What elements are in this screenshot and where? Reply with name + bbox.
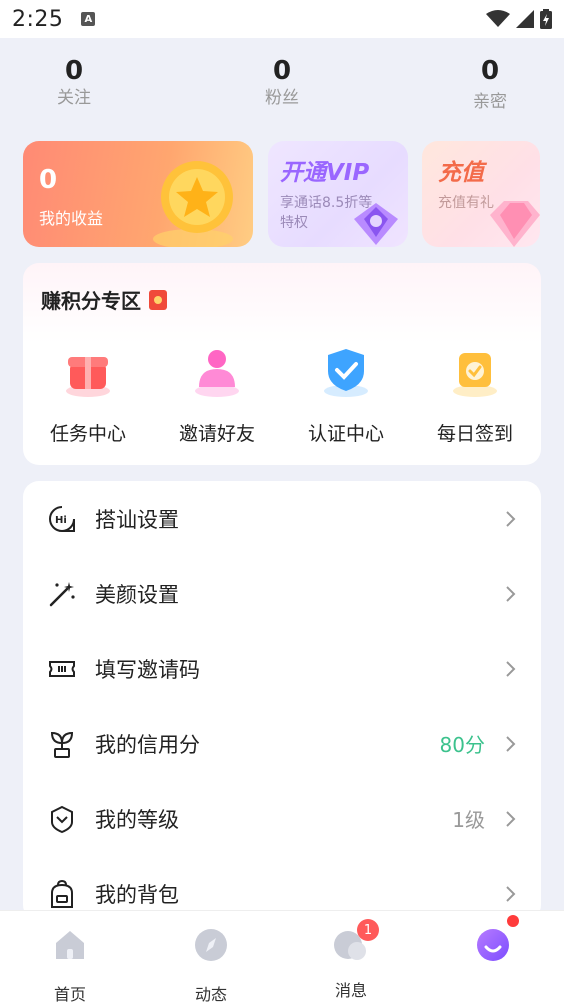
points-zone-title: 赚积分专区 xyxy=(41,285,167,314)
nav-profile[interactable] xyxy=(448,915,538,977)
menu-label: 美颜设置 xyxy=(95,582,179,607)
messages-icon-wrap: 1 xyxy=(331,919,379,965)
chevron-right-icon xyxy=(506,510,516,527)
credit-score-value: 80分 xyxy=(439,733,485,757)
recharge-title: 充值 xyxy=(438,160,484,186)
stat-following-count: 0 xyxy=(64,56,84,86)
nav-home[interactable]: 首页 xyxy=(25,925,115,1004)
stat-fans[interactable]: 0 粉丝 xyxy=(232,56,332,110)
bottom-nav: 首页 动态 1 消息 xyxy=(0,910,564,1004)
calendar-check-icon xyxy=(453,353,497,397)
gold-coin-icon xyxy=(153,161,233,247)
stat-following-label: 关注 xyxy=(57,88,91,108)
menu-item-level[interactable]: 我的等级 1级 xyxy=(23,781,541,856)
wifi-icon xyxy=(486,10,510,27)
menu-label: 搭讪设置 xyxy=(95,507,179,532)
profile-icon-wrap xyxy=(473,915,519,965)
vip-title: 开通VIP xyxy=(280,160,370,186)
menu-item-beauty-settings[interactable]: 美颜设置 xyxy=(23,556,541,631)
chevron-right-icon xyxy=(506,735,516,752)
menu-label: 我的背包 xyxy=(95,882,179,907)
daily-checkin-label: 每日签到 xyxy=(436,423,513,445)
chevron-right-icon xyxy=(506,885,516,902)
status-icons xyxy=(486,9,552,29)
vip-gem-icon xyxy=(354,203,398,245)
menu-item-invite-code[interactable]: 填写邀请码 xyxy=(23,631,541,706)
nav-feed[interactable]: 动态 xyxy=(166,925,256,1004)
income-value: 0 xyxy=(39,165,58,195)
verification-center-label: 认证中心 xyxy=(307,423,384,445)
gift-icon xyxy=(66,357,110,397)
income-label: 我的收益 xyxy=(39,209,104,228)
diamond-icon xyxy=(490,201,540,247)
task-center-button[interactable]: 任务中心 xyxy=(33,341,143,446)
notification-icon: A xyxy=(81,12,96,26)
backpack-icon xyxy=(51,879,73,908)
sprout-icon xyxy=(50,731,74,758)
chevron-right-icon xyxy=(506,810,516,827)
stat-intimacy-count: 0 xyxy=(480,56,500,86)
recharge-card[interactable]: 充值 充值有礼 xyxy=(422,141,540,247)
profile-stats: 0 关注 0 粉丝 0 亲密 xyxy=(0,56,564,126)
income-card[interactable]: 0 我的收益 xyxy=(23,141,253,247)
stat-fans-label: 粉丝 xyxy=(265,88,299,108)
menu-label: 填写邀请码 xyxy=(95,657,200,682)
status-bar: 2:25 A xyxy=(0,0,564,38)
cell-signal-icon xyxy=(516,10,534,28)
nav-home-label: 首页 xyxy=(53,985,86,1004)
unread-badge: 1 xyxy=(357,919,379,941)
magic-wand-icon xyxy=(49,581,75,606)
invite-friends-label: 邀请好友 xyxy=(178,423,255,445)
home-icon xyxy=(56,931,84,959)
stat-intimacy-label: 亲密 xyxy=(473,92,507,112)
hi-chat-icon: Hi xyxy=(49,505,75,532)
menu-label: 我的等级 xyxy=(95,807,179,832)
level-value: 1级 xyxy=(452,808,485,832)
menu-label: 我的信用分 xyxy=(95,732,200,757)
settings-menu: Hi 搭讪设置 美颜设置 填写邀请码 我的信用分 80分 我的等级 1级 我的背… xyxy=(23,481,541,921)
daily-checkin-button[interactable]: 每日签到 xyxy=(420,341,530,446)
shield-check-icon xyxy=(324,349,368,397)
chevron-right-icon xyxy=(506,585,516,602)
svg-text:Hi: Hi xyxy=(55,515,67,526)
red-packet-icon xyxy=(149,289,167,310)
points-zone: 赚积分专区 任务中心 邀请好友 认证中心 每日签到 xyxy=(23,263,541,465)
verification-center-button[interactable]: 认证中心 xyxy=(291,341,401,446)
battery-icon xyxy=(540,9,552,29)
compass-icon xyxy=(195,929,227,961)
stat-fans-count: 0 xyxy=(272,56,292,86)
task-center-label: 任务中心 xyxy=(49,423,126,445)
profile-smile-icon xyxy=(477,929,509,961)
stat-intimacy[interactable]: 0 亲密 xyxy=(440,56,540,114)
stat-following[interactable]: 0 关注 xyxy=(24,56,124,110)
badge-level-icon xyxy=(51,805,73,833)
nav-messages-label: 消息 xyxy=(334,981,367,1000)
status-time: 2:25 xyxy=(12,6,64,32)
invite-user-icon xyxy=(195,350,239,397)
menu-item-greeting-settings[interactable]: Hi 搭讪设置 xyxy=(23,481,541,556)
profile-notification-dot xyxy=(507,915,519,927)
menu-item-credit-score[interactable]: 我的信用分 80分 xyxy=(23,706,541,781)
chevron-right-icon xyxy=(506,660,516,677)
nav-feed-label: 动态 xyxy=(194,985,227,1004)
points-zone-title-text: 赚积分专区 xyxy=(41,289,141,313)
vip-card[interactable]: 开通VIP 享通话8.5折等特权 xyxy=(268,141,408,247)
invite-friends-button[interactable]: 邀请好友 xyxy=(162,341,272,446)
ticket-icon xyxy=(49,660,75,677)
nav-messages[interactable]: 1 消息 xyxy=(306,919,396,1001)
